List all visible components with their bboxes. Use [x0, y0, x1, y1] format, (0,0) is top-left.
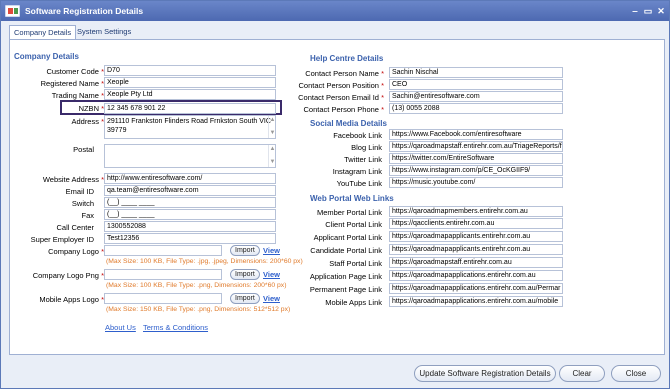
registered-name-label: Registered Name *	[40, 79, 104, 88]
update-registration-button[interactable]: Update Software Registration Details	[414, 365, 556, 382]
contact-position-label: Contact Person Position *	[298, 81, 384, 90]
title-bar[interactable]: Software Registration Details ‒ ▭ ✕	[1, 1, 669, 21]
contact-phone-field[interactable]: (13) 0055 2088	[389, 103, 563, 114]
client-portal-label: Client Portal Link	[325, 220, 382, 229]
postal-label: Postal	[73, 145, 94, 154]
contact-email-field[interactable]: Sachin@entiresoftware.com	[389, 91, 563, 102]
company-logo-hint: (Max Size: 100 KB, File Type: .jpg, .jpe…	[106, 258, 303, 265]
company-logo-view-link[interactable]: View	[263, 246, 280, 255]
address-text: 291110 Frankston Flinders Road Frnkston …	[107, 118, 271, 134]
blog-field[interactable]: https://qaroadmapstaff.entirehr.com.au/T…	[389, 141, 563, 152]
contact-position-field[interactable]: CEO	[389, 79, 563, 90]
email-field[interactable]: qa.team@entiresoftware.com	[104, 185, 276, 196]
contact-email-label: Contact Person Email Id *	[298, 93, 384, 102]
twitter-field[interactable]: https://twitter.com/EntireSoftware	[389, 153, 563, 164]
contact-phone-label: Contact Person Phone *	[303, 105, 384, 114]
address-textarea[interactable]: 291110 Frankston Flinders Road Frnkston …	[104, 115, 276, 139]
address-label: Address *	[71, 117, 104, 126]
client-portal-field[interactable]: https://qacclients.entirehr.com.au	[389, 218, 563, 229]
member-portal-field[interactable]: https://qaroadmapmembers.entirehr.com.au	[389, 206, 563, 217]
company-details-panel: Company Details Customer Code * D70 Regi…	[9, 39, 665, 355]
company-logo-label: Company Logo *	[48, 247, 104, 256]
candidate-portal-field[interactable]: https://qaroadmapapplicants.entirehr.com…	[389, 244, 563, 255]
instagram-field[interactable]: https://www.instagram.com/p/CE_OcKGIIF9/	[389, 165, 563, 176]
staff-portal-label: Staff Portal Link	[329, 259, 382, 268]
call-center-field[interactable]: 1300552088	[104, 221, 276, 232]
web-portal-heading: Web Portal Web Links	[310, 194, 394, 203]
company-logo-png-hint: (Max Size: 100 KB, File Type: .png, Dime…	[106, 282, 287, 289]
staff-portal-field[interactable]: https://qaroadmapstaff.entirehr.com.au	[389, 257, 563, 268]
close-window-icon[interactable]: ✕	[655, 5, 667, 17]
maximize-icon[interactable]: ▭	[642, 5, 654, 17]
company-logo-field[interactable]	[104, 245, 222, 256]
contact-name-field[interactable]: Sachin Nischal	[389, 67, 563, 78]
blog-label: Blog Link	[351, 143, 382, 152]
company-logo-png-label: Company Logo Png *	[32, 271, 104, 280]
member-portal-label: Member Portal Link	[316, 208, 382, 217]
youtube-field[interactable]: https://music.youtube.com/	[389, 177, 563, 188]
close-button[interactable]: Close	[611, 365, 661, 382]
mobile-logo-import-button[interactable]: Import	[230, 293, 260, 304]
trading-name-label: Trading Name *	[51, 91, 104, 100]
trading-name-field[interactable]: Xeople Pty Ltd	[104, 89, 276, 100]
application-page-label: Application Page Link	[309, 272, 382, 281]
twitter-label: Twitter Link	[344, 155, 382, 164]
postal-textarea[interactable]: ▲ ▼	[104, 144, 276, 168]
customer-code-label: Customer Code *	[46, 67, 104, 76]
customer-code-field[interactable]: D70	[104, 65, 276, 76]
facebook-label: Facebook Link	[333, 131, 382, 140]
switch-label: Switch	[71, 199, 94, 208]
mobile-apps-label: Mobile Apps Link	[325, 298, 382, 307]
mobile-logo-field[interactable]	[104, 293, 222, 304]
company-logo-import-button[interactable]: Import	[230, 245, 260, 256]
address-scrollbar[interactable]: ▲ ▼	[268, 116, 275, 138]
company-details-heading: Company Details	[14, 52, 79, 61]
super-employer-field[interactable]: Test12356	[104, 233, 276, 244]
company-logo-png-import-button[interactable]: Import	[230, 269, 260, 280]
mobile-apps-field[interactable]: https://qaroadmapapplications.entirehr.c…	[389, 296, 563, 307]
window-title: Software Registration Details	[25, 6, 144, 16]
website-field[interactable]: http://www.entiresoftware.com/	[104, 173, 276, 184]
fax-field[interactable]: (__) ____ ____	[104, 209, 276, 220]
about-us-link[interactable]: About Us	[105, 323, 136, 332]
registered-name-field[interactable]: Xeople	[104, 77, 276, 88]
company-logo-png-view-link[interactable]: View	[263, 270, 280, 279]
application-page-field[interactable]: https://qaroadmapapplications.entirehr.c…	[389, 270, 563, 281]
contact-name-label: Contact Person Name *	[305, 69, 384, 78]
youtube-label: YouTube Link	[336, 179, 382, 188]
fax-label: Fax	[81, 211, 94, 220]
tab-system-settings[interactable]: System Settings	[73, 25, 135, 39]
nzbn-field[interactable]: 12 345 678 901 22	[104, 103, 276, 114]
instagram-label: Instagram Link	[332, 167, 382, 176]
company-logo-png-field[interactable]	[104, 269, 222, 280]
permanent-page-field[interactable]: https://qaroadmapapplications.entirehr.c…	[389, 283, 563, 294]
tab-company-details[interactable]: Company Details	[9, 25, 77, 39]
postal-scrollbar[interactable]: ▲ ▼	[268, 145, 275, 167]
candidate-portal-label: Candidate Portal Link	[310, 246, 382, 255]
social-media-heading: Social Media Details	[310, 119, 387, 128]
switch-field[interactable]: (__) ____ ____	[104, 197, 276, 208]
terms-link[interactable]: Terms & Conditions	[143, 323, 208, 332]
permanent-page-label: Permanent Page Link	[309, 285, 382, 294]
super-employer-label: Super Employer ID	[30, 235, 94, 244]
applicant-portal-label: Applicant Portal Link	[313, 233, 382, 242]
registration-window: Software Registration Details ‒ ▭ ✕ Comp…	[0, 0, 670, 389]
app-logo-icon	[5, 5, 20, 17]
clear-button[interactable]: Clear	[559, 365, 605, 382]
mobile-logo-label: Mobile Apps Logo *	[39, 295, 104, 304]
facebook-field[interactable]: https://www.Facebook.com/entiresoftware	[389, 129, 563, 140]
nzbn-label: NZBN *	[78, 104, 104, 113]
mobile-logo-view-link[interactable]: View	[263, 294, 280, 303]
minimize-icon[interactable]: ‒	[629, 5, 641, 17]
mobile-logo-hint: (Max Size: 150 KB, File Type: .png, Dime…	[106, 306, 291, 313]
email-label: Email ID	[65, 187, 94, 196]
call-center-label: Call Center	[56, 223, 94, 232]
website-label: Website Address *	[42, 175, 104, 184]
applicant-portal-field[interactable]: https://qaroadmapapplicants.entirehr.com…	[389, 231, 563, 242]
help-centre-heading: Help Centre Details	[310, 54, 384, 63]
